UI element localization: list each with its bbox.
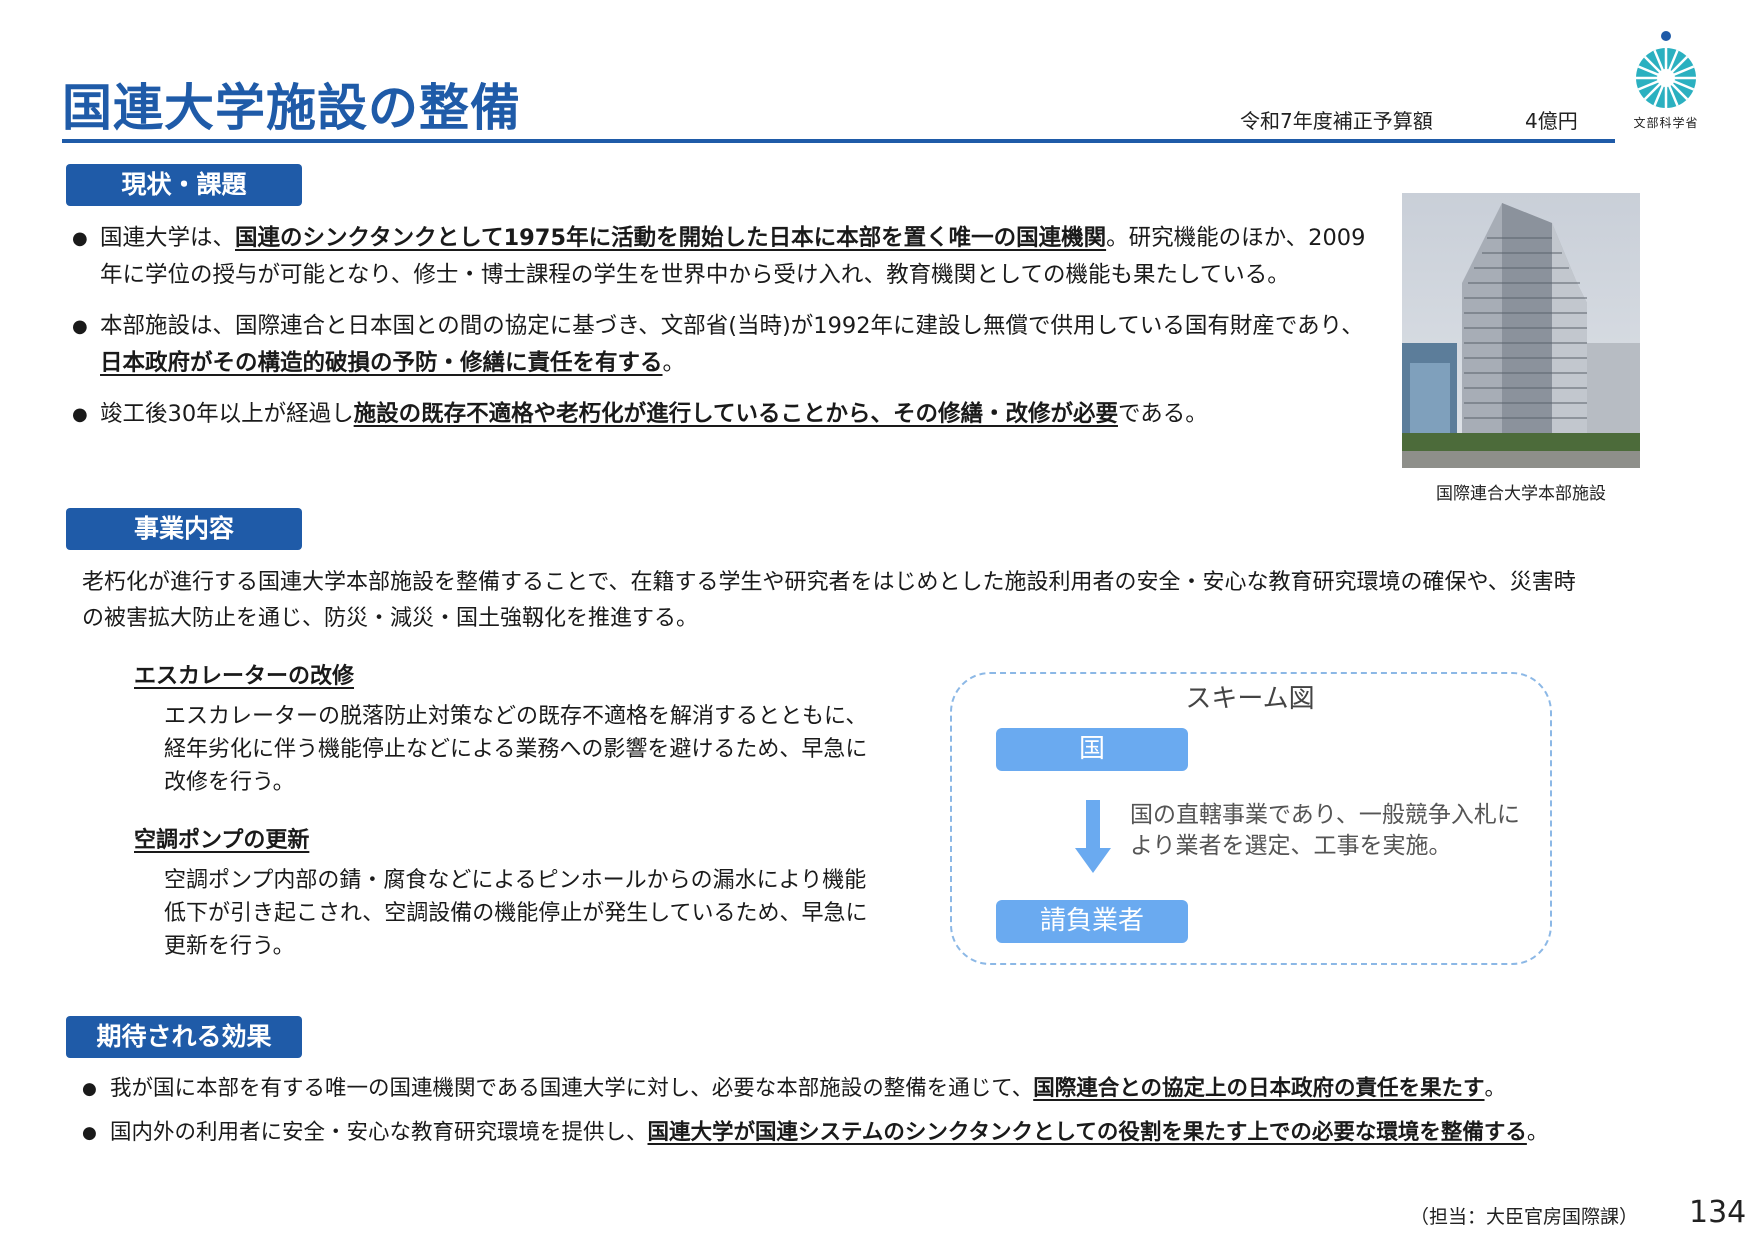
status-bullet: 竣工後30年以上が経過し施設の既存不適格や老朽化が進行していることから、その修繕… [72, 396, 1372, 433]
budget-amount: 4億円 [1525, 109, 1578, 133]
scheme-node-government: 国 [996, 728, 1188, 771]
effect-bullet: 我が国に本部を有する唯一の国連機関である国連大学に対し、必要な本部施設の整備を通… [82, 1071, 1682, 1107]
status-bullet: 国連大学は、国連のシンクタンクとして1975年に活動を開始した日本に本部を置く唯… [72, 220, 1372, 294]
page-title: 国連大学施設の整備 [62, 79, 521, 137]
section-header-business: 事業内容 [66, 508, 302, 550]
title-divider [62, 139, 1615, 143]
item-heading-escalator: エスカレーターの改修 [134, 664, 355, 689]
scheme-title: スキーム図 [1185, 684, 1315, 714]
unu-building-photo [1402, 193, 1640, 468]
down-arrow-icon [1075, 800, 1111, 873]
logo-text: 文部科学省 [1633, 116, 1699, 130]
item-body-pump: 空調ポンプ内部の錆・腐食などによるピンホールからの漏水により機能低下が引き起こさ… [164, 868, 868, 959]
status-bullet-list: 国連大学は、国連のシンクタンクとして1975年に活動を開始した日本に本部を置く唯… [72, 220, 1372, 447]
status-bullet: 本部施設は、国際連合と日本国との間の協定に基づき、文部省(当時)が1992年に建… [72, 308, 1372, 382]
section-header-effects: 期待される効果 [66, 1016, 302, 1058]
page-number: 134 [1689, 1195, 1747, 1230]
section-header-current-status: 現状・課題 [66, 164, 302, 206]
scheme-node-contractor: 請負業者 [996, 900, 1188, 943]
business-description: 老朽化が進行する国連大学本部施設を整備することで、在籍する学生や研究者をはじめと… [82, 570, 1576, 631]
item-body-escalator: エスカレーターの脱落防止対策などの既存不適格を解消するとともに、経年劣化に伴う機… [164, 704, 868, 795]
contact-info: （担当：大臣官房国際課） [1410, 1206, 1639, 1228]
effect-bullet: 国内外の利用者に安全・安心な教育研究環境を提供し、国連大学が国連システムのシンク… [82, 1115, 1682, 1151]
budget-label: 令和7年度補正予算額 [1240, 109, 1433, 133]
photo-caption: 国際連合大学本部施設 [1436, 484, 1606, 504]
item-heading-pump: 空調ポンプの更新 [134, 828, 310, 853]
scheme-description: 国の直轄事業であり、一般競争入札により業者を選定、工事を実施。 [1130, 802, 1520, 859]
effect-bullet-list: 我が国に本部を有する唯一の国連機関である国連大学に対し、必要な本部施設の整備を通… [82, 1071, 1682, 1159]
